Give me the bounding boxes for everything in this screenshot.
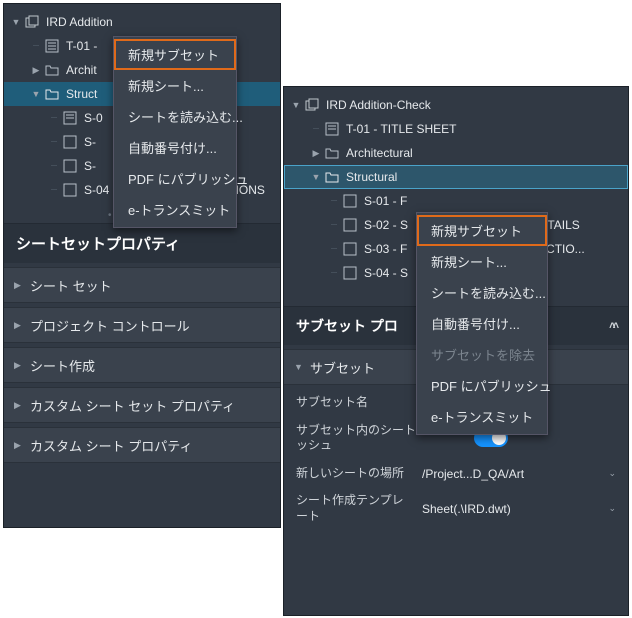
chevron-down-icon[interactable]: ▼ bbox=[10, 16, 22, 28]
sheet-icon bbox=[62, 110, 78, 126]
item-label: Struct bbox=[66, 87, 97, 101]
accordion-label: カスタム シート プロパティ bbox=[30, 436, 192, 455]
chevron-right-icon[interactable]: ▶ bbox=[30, 64, 42, 76]
menu-item-new-subset[interactable]: 新規サブセット bbox=[417, 215, 547, 246]
field-label: 新しいシートの場所 bbox=[296, 466, 414, 482]
accordion-label: シート セット bbox=[30, 276, 112, 295]
field-location: 新しいシートの場所 /Project...D_QA/Art ⌄ bbox=[284, 460, 628, 488]
accordion-label: プロジェクト コントロール bbox=[30, 316, 190, 335]
menu-item-etransmit[interactable]: e-トランスミット bbox=[114, 194, 236, 225]
context-menu-left: 新規サブセット 新規シート... シートを読み込む... 自動番号付け... P… bbox=[113, 36, 237, 228]
menu-item-import-sheet[interactable]: シートを読み込む... bbox=[114, 101, 236, 132]
chevron-down-icon: ▼ bbox=[294, 362, 304, 372]
chevron-right-icon: ▶ bbox=[14, 400, 24, 411]
field-label: サブセット名 bbox=[296, 395, 414, 411]
menu-item-etransmit[interactable]: e-トランスミット bbox=[417, 401, 547, 432]
item-label: S- bbox=[84, 135, 96, 149]
accordion-label: サブセット bbox=[310, 358, 375, 377]
context-menu-right: 新規サブセット 新規シート... シートを読み込む... 自動番号付け... サ… bbox=[416, 212, 548, 435]
menu-item-publish-pdf[interactable]: PDF にパブリッシュ bbox=[114, 163, 236, 194]
chevron-right-icon: ▶ bbox=[14, 280, 24, 291]
menu-item-new-sheet[interactable]: 新規シート... bbox=[417, 246, 547, 277]
field-label: シート作成テンプレート bbox=[296, 493, 414, 524]
menu-item-auto-number[interactable]: 自動番号付け... bbox=[417, 308, 547, 339]
accordion-label: シート作成 bbox=[30, 356, 95, 375]
chevron-down-icon[interactable]: ▼ bbox=[310, 171, 322, 183]
root-label: IRD Addition bbox=[46, 15, 113, 29]
tree-root[interactable]: ▼ IRD Addition-Check bbox=[284, 93, 628, 117]
sheet-icon bbox=[342, 265, 358, 281]
item-label: S-0 bbox=[84, 111, 103, 125]
item-label: S-03 - F bbox=[364, 242, 407, 256]
menu-item-auto-number[interactable]: 自動番号付け... bbox=[114, 132, 236, 163]
menu-item-remove-subset: サブセットを除去 bbox=[417, 339, 547, 370]
folder-icon bbox=[324, 145, 340, 161]
item-label: Archit bbox=[66, 63, 97, 77]
sheet-icon bbox=[342, 241, 358, 257]
template-dropdown[interactable]: Sheet(.\IRD.dwt) ⌄ bbox=[422, 502, 616, 516]
field-value: Sheet(.\IRD.dwt) bbox=[422, 502, 511, 516]
menu-item-publish-pdf[interactable]: PDF にパブリッシュ bbox=[417, 370, 547, 401]
location-dropdown[interactable]: /Project...D_QA/Art ⌄ bbox=[422, 467, 616, 481]
item-label: Architectural bbox=[346, 146, 413, 160]
item-label: S-01 - F bbox=[364, 194, 407, 208]
tree-item-sheet[interactable]: ┄ S-01 - F bbox=[284, 189, 628, 213]
sheetset-icon bbox=[24, 14, 40, 30]
menu-item-new-sheet[interactable]: 新規シート... bbox=[114, 70, 236, 101]
chevron-right-icon: ▶ bbox=[14, 440, 24, 451]
chevron-right-icon: ▶ bbox=[14, 360, 24, 371]
tree-root[interactable]: ▼ IRD Addition bbox=[4, 10, 280, 34]
item-label: S-02 - S bbox=[364, 218, 408, 232]
collapse-icon[interactable]: ˄˄ bbox=[609, 320, 616, 332]
chevron-down-icon[interactable]: ▼ bbox=[290, 99, 302, 111]
accordion-project-control[interactable]: ▶ プロジェクト コントロール bbox=[4, 307, 280, 343]
properties-title: サブセット プロ bbox=[296, 316, 398, 336]
menu-item-new-subset[interactable]: 新規サブセット bbox=[114, 39, 236, 70]
item-label: T-01 - TITLE SHEET bbox=[346, 122, 456, 136]
accordion-sheet-creation[interactable]: ▶ シート作成 bbox=[4, 347, 280, 383]
folder-icon bbox=[44, 62, 60, 78]
root-label: IRD Addition-Check bbox=[326, 98, 431, 112]
sheet-icon bbox=[342, 193, 358, 209]
accordion-sheetset[interactable]: ▶ シート セット bbox=[4, 267, 280, 303]
sheet-icon bbox=[62, 134, 78, 150]
properties-title: シートセットプロパティ bbox=[4, 223, 280, 263]
accordion-custom-sheetset-props[interactable]: ▶ カスタム シート セット プロパティ bbox=[4, 387, 280, 423]
sheet-icon bbox=[62, 158, 78, 174]
chevron-right-icon[interactable]: ▶ bbox=[310, 147, 322, 159]
tree-item-sheet[interactable]: ┄ T-01 - TITLE SHEET bbox=[284, 117, 628, 141]
sheet-icon bbox=[324, 121, 340, 137]
sheet-icon bbox=[62, 182, 78, 198]
menu-item-import-sheet[interactable]: シートを読み込む... bbox=[417, 277, 547, 308]
field-value: /Project...D_QA/Art bbox=[422, 467, 524, 481]
chevron-down-icon[interactable]: ▼ bbox=[30, 88, 42, 100]
sheetset-icon bbox=[304, 97, 320, 113]
chevron-down-icon: ⌄ bbox=[608, 468, 616, 479]
tree-item-folder[interactable]: ▶ Architectural bbox=[284, 141, 628, 165]
sheet-icon bbox=[342, 217, 358, 233]
item-label: S-04 - S bbox=[364, 266, 408, 280]
tree-item-folder-selected[interactable]: ▼ Structural bbox=[284, 165, 628, 189]
sheet-icon bbox=[44, 38, 60, 54]
folder-icon bbox=[44, 86, 60, 102]
chevron-down-icon: ⌄ bbox=[608, 503, 616, 514]
item-label: Structural bbox=[346, 170, 397, 184]
item-label: S- bbox=[84, 159, 96, 173]
folder-icon bbox=[324, 169, 340, 185]
accordion-custom-sheet-props[interactable]: ▶ カスタム シート プロパティ bbox=[4, 427, 280, 463]
field-template: シート作成テンプレート Sheet(.\IRD.dwt) ⌄ bbox=[284, 487, 628, 530]
chevron-right-icon: ▶ bbox=[14, 320, 24, 331]
item-label: T-01 - bbox=[66, 39, 97, 53]
accordion-label: カスタム シート セット プロパティ bbox=[30, 396, 235, 415]
